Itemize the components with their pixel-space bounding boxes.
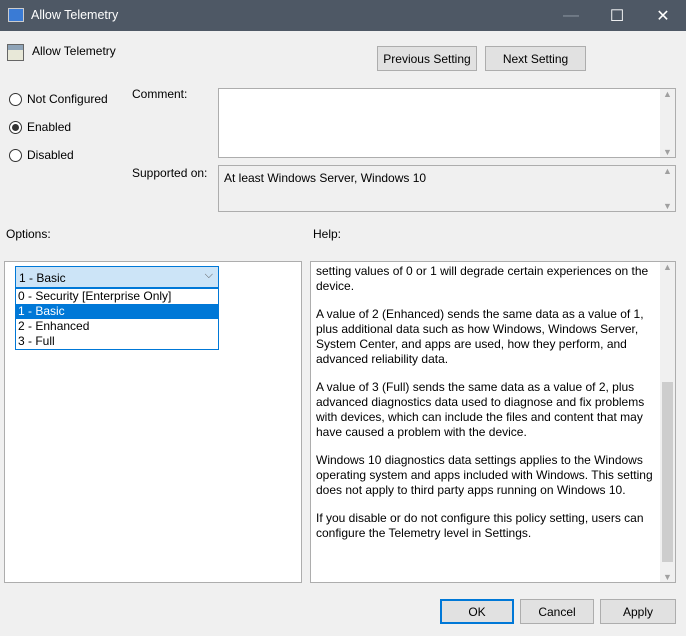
radio-enabled[interactable]: Enabled	[9, 120, 71, 134]
radio-circle[interactable]	[9, 120, 22, 134]
radio-circle[interactable]	[9, 92, 22, 106]
help-label: Help:	[313, 227, 342, 241]
dropdown-option-selected[interactable]: 1 - Basic	[16, 304, 218, 319]
maximize-button[interactable]: ☐	[594, 0, 640, 31]
app-icon	[8, 8, 24, 22]
radio-label: Disabled	[27, 148, 74, 162]
radio-circle[interactable]	[9, 148, 22, 162]
comment-scrollbar[interactable]: ▲ ▼	[660, 89, 675, 157]
minimize-button[interactable]: —	[548, 0, 594, 31]
help-paragraph: Windows 10 diagnostics data settings app…	[316, 453, 653, 497]
supported-on-field: At least Windows Server, Windows 10 ▲ ▼	[218, 165, 676, 212]
chevron-down-icon: ⌵	[204, 269, 213, 281]
help-paragraph: If you disable or do not configure this …	[316, 511, 644, 540]
policy-icon	[7, 44, 24, 61]
window-title: Allow Telemetry	[31, 8, 119, 22]
help-paragraph: setting values of 0 or 1 will degrade ce…	[316, 264, 649, 293]
help-panel: setting values of 0 or 1 will degrade ce…	[310, 261, 676, 583]
radio-not-configured[interactable]: Not Configured	[9, 92, 108, 106]
title-bar: Allow Telemetry — ☐ ✕	[0, 0, 686, 31]
radio-label: Enabled	[27, 120, 72, 134]
ok-button[interactable]: OK	[440, 599, 514, 624]
comment-input[interactable]: ▲ ▼	[218, 88, 676, 158]
dropdown-list: 0 - Security [Enterprise Only] 1 - Basic…	[15, 288, 219, 350]
help-paragraph: A value of 2 (Enhanced) sends the same d…	[316, 307, 644, 366]
previous-setting-button[interactable]: Previous Setting	[377, 46, 477, 71]
cancel-button[interactable]: Cancel	[520, 599, 594, 624]
supported-scrollbar[interactable]: ▲ ▼	[660, 166, 675, 211]
next-setting-button[interactable]: Next Setting	[485, 46, 586, 71]
scrollbar-thumb[interactable]	[662, 382, 673, 562]
dropdown-option[interactable]: 3 - Full	[16, 334, 218, 349]
apply-button[interactable]: Apply	[600, 599, 676, 624]
options-label: Options:	[6, 227, 51, 241]
supported-on-value: At least Windows Server, Windows 10	[224, 171, 427, 185]
close-button[interactable]: ✕	[640, 0, 686, 31]
help-scrollbar[interactable]: ▲ ▼	[660, 262, 675, 582]
policy-title: Allow Telemetry	[32, 44, 116, 58]
dropdown-value: 1 - Basic	[19, 271, 66, 285]
telemetry-level-dropdown[interactable]: 1 - Basic ⌵	[15, 266, 219, 288]
help-paragraph: A value of 3 (Full) sends the same data …	[316, 380, 645, 439]
dropdown-option[interactable]: 0 - Security [Enterprise Only]	[16, 289, 218, 304]
comment-label: Comment:	[132, 87, 188, 101]
radio-label: Not Configured	[27, 92, 108, 106]
radio-disabled[interactable]: Disabled	[9, 148, 74, 162]
options-panel: 1 - Basic ⌵ 0 - Security [Enterprise Onl…	[4, 261, 302, 583]
dropdown-option[interactable]: 2 - Enhanced	[16, 319, 218, 334]
supported-label: Supported on:	[132, 166, 208, 180]
